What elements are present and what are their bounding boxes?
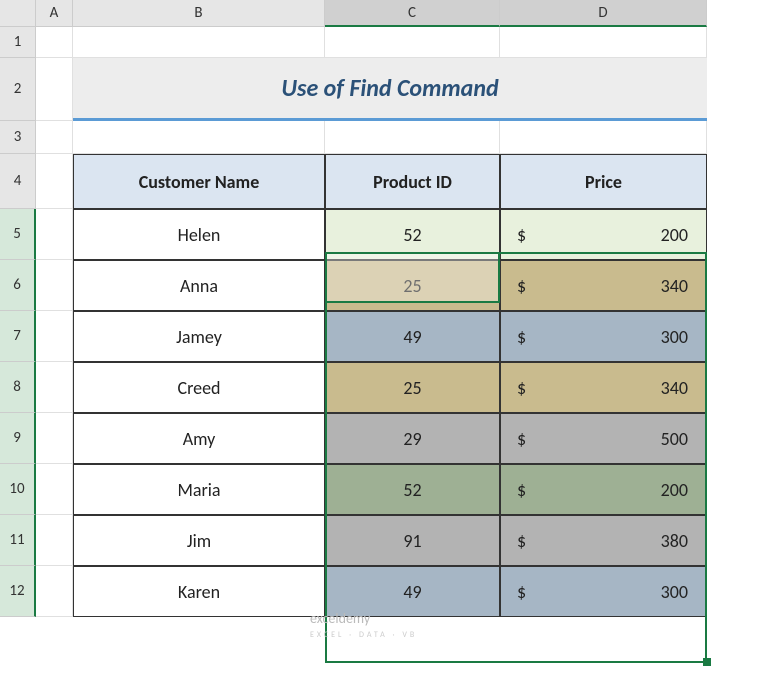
- cell-A10[interactable]: [36, 464, 73, 515]
- col-header-B[interactable]: B: [73, 0, 325, 27]
- spreadsheet-grid: A B C D 1 2 Use of Find Command 3 4 Cust…: [0, 0, 767, 617]
- cell-B1[interactable]: [73, 27, 325, 58]
- currency-symbol: $: [517, 377, 526, 399]
- cell-A4[interactable]: [36, 154, 73, 209]
- header-product-id[interactable]: Product ID: [325, 154, 500, 209]
- cell-A7[interactable]: [36, 311, 73, 362]
- price-value: 500: [661, 428, 688, 450]
- cell-pid-6[interactable]: 91: [325, 515, 500, 566]
- page-title: Use of Find Command: [73, 58, 707, 121]
- cell-D1[interactable]: [500, 27, 707, 58]
- watermark-subtitle: EXCEL · DATA · VB: [310, 630, 417, 640]
- cell-pid-7[interactable]: 49: [325, 566, 500, 617]
- currency-symbol: $: [517, 581, 526, 603]
- cell-name-6[interactable]: Jim: [73, 515, 325, 566]
- price-value: 340: [661, 377, 688, 399]
- cell-pid-2[interactable]: 49: [325, 311, 500, 362]
- row-header-1[interactable]: 1: [0, 27, 36, 58]
- select-all-corner[interactable]: [0, 0, 36, 27]
- cell-A1[interactable]: [36, 27, 73, 58]
- row-header-2[interactable]: 2: [0, 58, 36, 121]
- currency-symbol: $: [517, 224, 526, 246]
- price-value: 340: [661, 275, 688, 297]
- row-header-7[interactable]: 7: [0, 311, 36, 362]
- row-header-6[interactable]: 6: [0, 260, 36, 311]
- price-value: 380: [661, 530, 688, 552]
- currency-symbol: $: [517, 530, 526, 552]
- price-value: 200: [661, 224, 688, 246]
- cell-price-1[interactable]: $340: [500, 260, 707, 311]
- cell-pid-3[interactable]: 25: [325, 362, 500, 413]
- row-header-5[interactable]: 5: [0, 209, 36, 260]
- cell-pid-5[interactable]: 52: [325, 464, 500, 515]
- cell-name-3[interactable]: Creed: [73, 362, 325, 413]
- cell-pid-0[interactable]: 52: [325, 209, 500, 260]
- cell-B3[interactable]: [73, 121, 325, 154]
- price-value: 300: [661, 581, 688, 603]
- cell-price-5[interactable]: $200: [500, 464, 707, 515]
- cell-name-0[interactable]: Helen: [73, 209, 325, 260]
- row-header-8[interactable]: 8: [0, 362, 36, 413]
- currency-symbol: $: [517, 428, 526, 450]
- cell-A3[interactable]: [36, 121, 73, 154]
- cell-name-7[interactable]: Karen: [73, 566, 325, 617]
- cell-C3[interactable]: [325, 121, 500, 154]
- col-header-D[interactable]: D: [500, 0, 707, 27]
- cell-price-2[interactable]: $300: [500, 311, 707, 362]
- cell-price-4[interactable]: $500: [500, 413, 707, 464]
- cell-A9[interactable]: [36, 413, 73, 464]
- cell-price-7[interactable]: $300: [500, 566, 707, 617]
- price-value: 200: [661, 479, 688, 501]
- currency-symbol: $: [517, 479, 526, 501]
- cell-A8[interactable]: [36, 362, 73, 413]
- cell-name-5[interactable]: Maria: [73, 464, 325, 515]
- cell-price-6[interactable]: $380: [500, 515, 707, 566]
- cell-A12[interactable]: [36, 566, 73, 617]
- cell-C1[interactable]: [325, 27, 500, 58]
- cell-price-0[interactable]: $200: [500, 209, 707, 260]
- header-customer-name[interactable]: Customer Name: [73, 154, 325, 209]
- currency-symbol: $: [517, 326, 526, 348]
- row-header-10[interactable]: 10: [0, 464, 36, 515]
- currency-symbol: $: [517, 275, 526, 297]
- row-header-3[interactable]: 3: [0, 121, 36, 154]
- cell-price-3[interactable]: $340: [500, 362, 707, 413]
- cell-pid-1[interactable]: 25: [325, 260, 500, 311]
- cell-name-4[interactable]: Amy: [73, 413, 325, 464]
- row-header-9[interactable]: 9: [0, 413, 36, 464]
- cell-A5[interactable]: [36, 209, 73, 260]
- cell-name-2[interactable]: Jamey: [73, 311, 325, 362]
- header-price[interactable]: Price: [500, 154, 707, 209]
- row-header-11[interactable]: 11: [0, 515, 36, 566]
- cell-A11[interactable]: [36, 515, 73, 566]
- col-header-C[interactable]: C: [325, 0, 500, 27]
- cell-D3[interactable]: [500, 121, 707, 154]
- cell-A6[interactable]: [36, 260, 73, 311]
- fill-handle[interactable]: [703, 658, 711, 666]
- cell-name-1[interactable]: Anna: [73, 260, 325, 311]
- col-header-A[interactable]: A: [36, 0, 73, 27]
- row-header-4[interactable]: 4: [0, 154, 36, 209]
- price-value: 300: [661, 326, 688, 348]
- cell-pid-4[interactable]: 29: [325, 413, 500, 464]
- cell-A2[interactable]: [36, 58, 73, 121]
- row-header-12[interactable]: 12: [0, 566, 36, 617]
